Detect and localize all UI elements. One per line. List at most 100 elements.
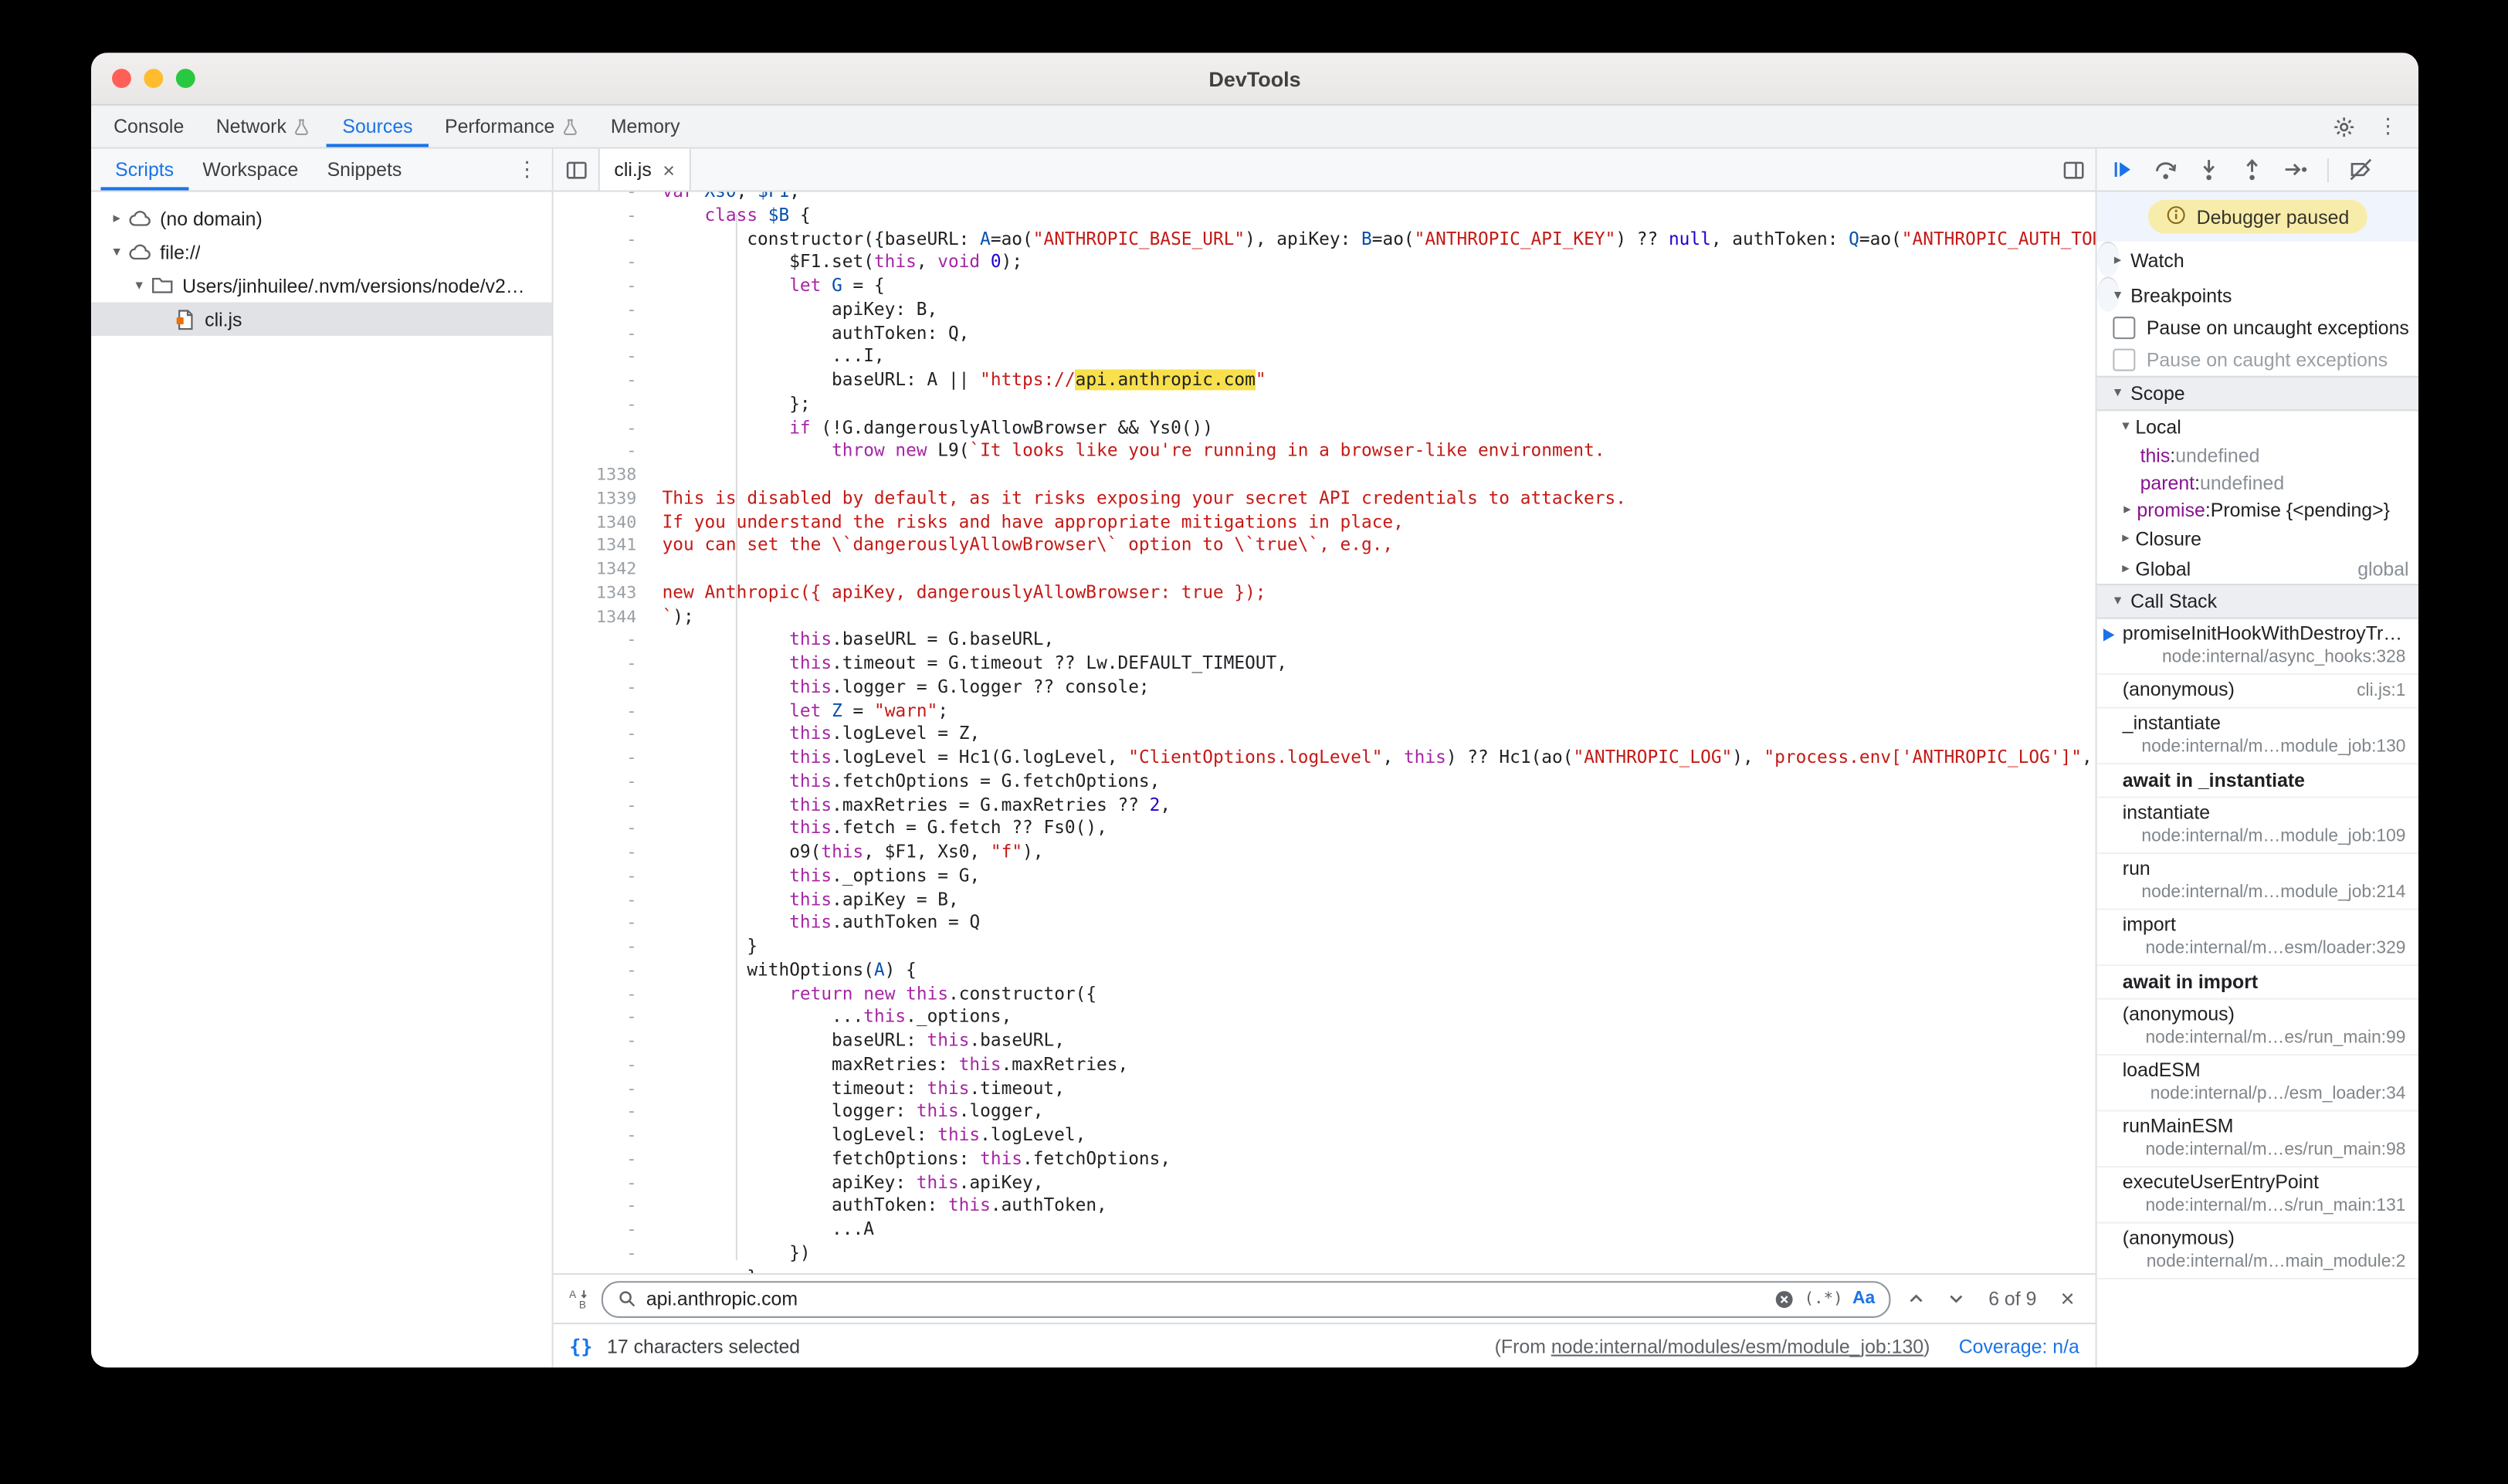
stack-frame-anonymous[interactable]: (anonymous)node:internal/m…main_module:2 [2097, 1224, 2418, 1280]
stack-frame-anonymous[interactable]: (anonymous)cli.js:1 [2097, 675, 2418, 709]
code-token: =ao( [1859, 228, 1902, 249]
code-token: ; [937, 700, 948, 720]
tab-network[interactable]: Network [200, 106, 327, 147]
deactivate-breakpoints-button[interactable] [2347, 155, 2375, 184]
sidebar-tab-workspace[interactable]: Workspace [188, 149, 313, 191]
toggle-navigator-icon[interactable] [554, 149, 598, 191]
tree-item-file[interactable]: ▾file:// [91, 235, 552, 269]
code-text: var Xs0, $F1, [649, 192, 2096, 205]
step-button[interactable] [2281, 155, 2310, 184]
close-find-icon[interactable]: × [2054, 1286, 2081, 1310]
sidebar-tab-scripts[interactable]: Scripts [101, 149, 188, 191]
step-over-button[interactable] [2151, 155, 2180, 184]
tab-performance[interactable]: Performance [429, 106, 595, 147]
stack-frame-executeuserentrypoint[interactable]: executeUserEntryPointnode:internal/m…s/r… [2097, 1167, 2418, 1224]
chevron-right-icon[interactable]: ▸ [2118, 501, 2137, 517]
line-number: - [554, 275, 649, 299]
code-token: this [789, 652, 832, 673]
chevron-right-icon[interactable]: ▸ [107, 210, 127, 226]
chevron-down-icon[interactable]: ▾ [107, 244, 127, 260]
tab-memory[interactable]: Memory [595, 106, 696, 147]
code-token: "https:// [980, 370, 1075, 391]
code-token: .baseURL = G.baseURL, [832, 629, 1054, 650]
file-tree: ▸(no domain)▾file://▾Users/jinhuilee/.nv… [91, 192, 552, 1367]
frame-location: node:internal/m…es/run_main:99 [2145, 1027, 2405, 1051]
tree-item-no-domain[interactable]: ▸(no domain) [91, 202, 552, 235]
scope-var-promise[interactable]: ▸promise: Promise {<pending>} [2097, 496, 2418, 523]
module-job-link[interactable]: node:internal/modules/esm/module_job:130 [1551, 1335, 1923, 1357]
code-token: "ANTHROPIC_AUTH_TOKEN" [1902, 228, 2096, 249]
window-titlebar[interactable]: DevTools [91, 53, 2418, 105]
stack-frame-promiseinithookwithdestroytr[interactable]: promiseInitHookWithDestroyTr…node:intern… [2097, 619, 2418, 676]
code-line: 1343new Anthropic({ apiKey, dangerouslyA… [554, 581, 2096, 605]
code-line: - fetchOptions: this.fetchOptions, [554, 1148, 2096, 1172]
resume-button[interactable] [2108, 155, 2137, 184]
from-prefix: (From [1495, 1335, 1551, 1357]
code-text: }) [649, 1242, 2096, 1266]
frame-function-name: _instantiate [2123, 712, 2221, 736]
breakpoints-section-header[interactable]: ▾ Breakpoints [2097, 276, 2120, 312]
devtools-body: ScriptsWorkspaceSnippets ⋮ ▸(no domain)▾… [91, 149, 2418, 1367]
close-tab-icon[interactable]: × [663, 159, 675, 180]
watch-section-header[interactable]: ▸ Watch [2097, 242, 2120, 277]
scope-var-parent[interactable]: parent: undefined [2097, 469, 2418, 496]
stack-frame-run[interactable]: runnode:internal/m…module_job:214 [2097, 854, 2418, 910]
stack-frame-import[interactable]: importnode:internal/m…esm/loader:329 [2097, 910, 2418, 967]
step-out-button[interactable] [2238, 155, 2266, 184]
code-line: - this.baseURL = G.baseURL, [554, 629, 2096, 653]
line-number: - [554, 794, 649, 818]
pretty-print-icon[interactable]: {} [569, 1335, 592, 1357]
coverage-link[interactable]: Coverage: n/a [1959, 1335, 2079, 1357]
more-options-icon[interactable]: ⋮ [2374, 112, 2402, 141]
stack-frame-instantiate[interactable]: _instantiatenode:internal/m…module_job:1… [2097, 709, 2418, 765]
clear-search-icon[interactable] [1774, 1289, 1795, 1310]
step-into-button[interactable] [2194, 155, 2223, 184]
scope-group-closure[interactable]: ▸Closure [2097, 523, 2418, 553]
chevron-down-icon[interactable]: ▾ [130, 277, 149, 293]
sidebar-tab-snippets[interactable]: Snippets [313, 149, 416, 191]
code-token [663, 983, 790, 1004]
checkbox[interactable] [2113, 317, 2135, 339]
toggle-debugger-sidebar-icon[interactable] [2051, 149, 2096, 191]
scope-group-local[interactable]: ▾Local [2097, 411, 2418, 441]
from-suffix: ) [1923, 1335, 1930, 1357]
code-line: - timeout: this.timeout, [554, 1077, 2096, 1101]
settings-gear-icon[interactable] [2329, 112, 2357, 141]
stack-frame-loadesm[interactable]: loadESMnode:internal/p…/esm_loader:34 [2097, 1055, 2418, 1112]
code-token: o9( [663, 842, 822, 862]
scope-group-global[interactable]: ▸Globalglobal [2097, 554, 2418, 584]
find-options-icon[interactable]: AB [568, 1288, 590, 1310]
breakpoint-option-pause-on-caught-exceptions[interactable]: Pause on caught exceptions [2097, 344, 2418, 375]
code-token: Xs0 [704, 192, 736, 202]
tab-console[interactable]: Console [97, 106, 200, 147]
code-text: return new this.constructor({ [649, 983, 2096, 1007]
stack-frame-runmainesm[interactable]: runMainESMnode:internal/m…es/run_main:98 [2097, 1112, 2418, 1168]
navigator-more-icon[interactable]: ⋮ [502, 149, 551, 191]
variable-colon: : [2194, 471, 2200, 493]
stack-frame-anonymous[interactable]: (anonymous)node:internal/m…es/run_main:9… [2097, 1000, 2418, 1056]
code-line: - this.logger = G.logger ?? console; [554, 676, 2096, 700]
tree-item-cli-js[interactable]: cli.js [91, 303, 552, 337]
previous-match-icon[interactable] [1902, 1289, 1930, 1309]
breakpoint-option-pause-on-uncaught-exceptions[interactable]: Pause on uncaught exceptions [2097, 312, 2418, 344]
scope-section-header[interactable]: ▾ Scope [2097, 376, 2418, 412]
match-case-toggle[interactable]: Aa [1852, 1289, 1875, 1309]
folder-icon [149, 273, 176, 297]
code-token: baseURL: [663, 1030, 927, 1051]
tree-item-users-jinhuilee-nvm-versions-node-v2[interactable]: ▾Users/jinhuilee/.nvm/versions/node/v2… [91, 269, 552, 303]
code-token: ), [1022, 842, 1043, 862]
code-text: constructor({baseURL: A=ao("ANTHROPIC_BA… [649, 228, 2096, 252]
search-input[interactable]: api.anthropic.com (.*) Aa [602, 1280, 1891, 1317]
callstack-section-header[interactable]: ▾ Call Stack [2097, 584, 2418, 619]
stack-frame-instantiate[interactable]: instantiatenode:internal/m…module_job:10… [2097, 798, 2418, 855]
file-tab-cli-js[interactable]: cli.js × [598, 149, 691, 191]
scope-var-this[interactable]: this: undefined [2097, 442, 2418, 469]
code-editor[interactable]: -var Xs0, $F1,- class $B {- constructor(… [554, 192, 2096, 1273]
regex-toggle[interactable]: (.*) [1805, 1290, 1843, 1308]
code-token: , authToken: [1711, 228, 1849, 249]
tab-sources[interactable]: Sources [327, 106, 429, 147]
checkbox[interactable] [2113, 349, 2135, 371]
code-token: .maxRetries = G.maxRetries ?? [832, 794, 1150, 815]
next-match-icon[interactable] [1942, 1289, 1971, 1309]
code-token: , [789, 192, 800, 202]
